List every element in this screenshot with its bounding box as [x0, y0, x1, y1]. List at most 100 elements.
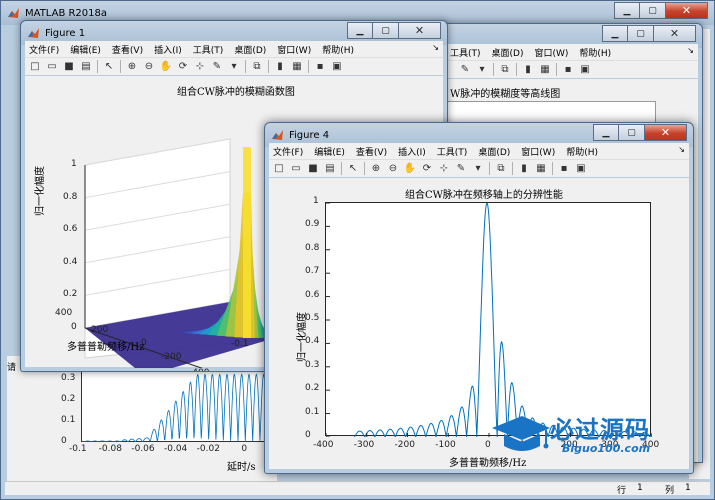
figure4-maximize-button[interactable]: ▢ [619, 124, 645, 141]
colorbar-icon[interactable]: ▮ [521, 63, 535, 77]
figure4-y-tick-label: 0.8 [305, 242, 320, 253]
bg-y-tick-label: 0 [61, 436, 67, 446]
figure4-line-plot [326, 203, 652, 437]
figure1-y-tick-label: 200 [91, 325, 109, 335]
link-plot-icon[interactable]: ⧉ [250, 60, 264, 74]
hide-tools-icon[interactable]: ▪ [561, 63, 575, 77]
dropdown-arrow-icon[interactable]: ▾ [475, 63, 489, 77]
figure1-menu-edit[interactable]: 编辑(E) [70, 43, 101, 56]
new-file-icon[interactable]: □ [272, 162, 286, 176]
figure1-close-button[interactable]: ✕ [399, 22, 441, 39]
figure1-maximize-button[interactable]: ▢ [373, 22, 399, 39]
figure1-minimize-button[interactable]: ▁ [347, 22, 373, 39]
show-tools-icon[interactable]: ▣ [574, 162, 588, 176]
colorbar-icon[interactable]: ▮ [273, 60, 287, 74]
figure1-menu-dock-icon[interactable]: ↘ [432, 43, 439, 52]
rotate-3d-icon[interactable]: ⟳ [176, 60, 190, 74]
figure1-menubar: 文件(F) 编辑(E) 查看(V) 插入(I) 工具(T) 桌面(D) 窗口(W… [25, 41, 443, 57]
show-tools-icon[interactable]: ▣ [330, 60, 344, 74]
figure1-y-tick-label: -400 [189, 368, 209, 371]
brush-icon[interactable]: ✎ [458, 63, 472, 77]
pointer-icon[interactable]: ↖ [102, 60, 116, 74]
brush-icon[interactable]: ✎ [210, 60, 224, 74]
figure4-minimize-button[interactable]: ▁ [593, 124, 619, 141]
print-icon[interactable]: ▤ [79, 60, 93, 74]
figure1-menu-tools[interactable]: 工具(T) [193, 43, 224, 56]
status-col-value: 1 [685, 483, 691, 493]
figure1-menu-insert[interactable]: 插入(I) [154, 43, 182, 56]
figure2-menu-help[interactable]: 帮助(H) [579, 46, 611, 59]
status-row-label: 行 [617, 486, 627, 496]
toolbar-separator [489, 162, 490, 175]
pointer-icon[interactable]: ↖ [346, 162, 360, 176]
main-minimize-button[interactable]: ▁ [614, 2, 640, 19]
figure1-menu-desktop[interactable]: 桌面(D) [234, 43, 266, 56]
legend-icon[interactable]: ▦ [290, 60, 304, 74]
site-watermark: 必过源码 Biguo100.com [490, 408, 700, 462]
watermark-text: 必过源码 [550, 416, 650, 444]
figure2-minimize-button[interactable]: ▁ [602, 25, 628, 42]
figure4-menu-tools[interactable]: 工具(T) [437, 145, 468, 158]
zoom-out-icon[interactable]: ⊖ [142, 60, 156, 74]
figure2-close-button[interactable]: ✕ [654, 25, 696, 42]
figure1-z-tick-label: 0.8 [63, 191, 78, 202]
figure2-menu-tools[interactable]: 工具(T) [450, 46, 481, 59]
zoom-in-icon[interactable]: ⊕ [369, 162, 383, 176]
figure4-menu-help[interactable]: 帮助(H) [566, 145, 598, 158]
figure1-menu-help[interactable]: 帮助(H) [322, 43, 354, 56]
figure1-y-tick-label: 400 [55, 308, 73, 318]
figure4-menu-dock-icon[interactable]: ↘ [678, 145, 685, 154]
dropdown-arrow-icon[interactable]: ▾ [227, 60, 241, 74]
colorbar-icon[interactable]: ▮ [517, 162, 531, 176]
figure2-menu-window[interactable]: 窗口(W) [534, 46, 568, 59]
matlab-figure-icon [28, 27, 39, 38]
new-file-icon[interactable]: □ [28, 60, 42, 74]
figure4-menu-insert[interactable]: 插入(I) [398, 145, 426, 158]
save-icon[interactable]: ■ [62, 60, 76, 74]
hide-tools-icon[interactable]: ▪ [557, 162, 571, 176]
figure4-menu-edit[interactable]: 编辑(E) [314, 145, 345, 158]
figure4-menu-file[interactable]: 文件(F) [273, 145, 303, 158]
show-tools-icon[interactable]: ▣ [578, 63, 592, 77]
figure2-toolbar: ✎ ▾ ⧉ ▮ ▦ ▪ ▣ [446, 60, 698, 78]
figure4-close-button[interactable]: ✕ [645, 124, 687, 141]
bg-x-tick-label: 0 [241, 444, 248, 454]
figure1-toolbar: □ ▭ ■ ▤ ↖ ⊕ ⊖ ✋ ⟳ ⊹ ✎ ▾ ⧉ ▮ ▦ ▪ ▣ [25, 57, 443, 75]
save-icon[interactable]: ■ [306, 162, 320, 176]
data-cursor-icon[interactable]: ⊹ [437, 162, 451, 176]
figure4-menubar: 文件(F) 编辑(E) 查看(V) 插入(I) 工具(T) 桌面(D) 窗口(W… [269, 143, 689, 159]
figure2-maximize-button[interactable]: ▢ [628, 25, 654, 42]
figure4-x-tick-label: -400 [313, 440, 334, 450]
brush-icon[interactable]: ✎ [454, 162, 468, 176]
figure4-menu-view[interactable]: 查看(V) [356, 145, 387, 158]
rotate-3d-icon[interactable]: ⟳ [420, 162, 434, 176]
main-maximize-button[interactable]: ▢ [640, 2, 666, 19]
figure2-menu-dock-icon[interactable]: ↘ [687, 46, 694, 55]
link-plot-icon[interactable]: ⧉ [494, 162, 508, 176]
figure1-menu-file[interactable]: 文件(F) [29, 43, 59, 56]
print-icon[interactable]: ▤ [323, 162, 337, 176]
dropdown-arrow-icon[interactable]: ▾ [471, 162, 485, 176]
legend-icon[interactable]: ▦ [538, 63, 552, 77]
figure4-title: Figure 4 [289, 129, 330, 141]
figure1-back-wall [84, 138, 231, 329]
legend-icon[interactable]: ▦ [534, 162, 548, 176]
zoom-out-icon[interactable]: ⊖ [386, 162, 400, 176]
link-plot-icon[interactable]: ⧉ [498, 63, 512, 77]
toolbar-separator [516, 63, 517, 76]
main-close-button[interactable]: ✕ [666, 2, 708, 19]
pan-hand-icon[interactable]: ✋ [159, 60, 173, 74]
figure2-menu-desktop[interactable]: 桌面(D) [492, 46, 524, 59]
figure1-menu-view[interactable]: 查看(V) [112, 43, 143, 56]
zoom-in-icon[interactable]: ⊕ [125, 60, 139, 74]
hide-tools-icon[interactable]: ▪ [313, 60, 327, 74]
main-title-bar: MATLAB R2018a [7, 5, 107, 21]
figure4-menu-desktop[interactable]: 桌面(D) [478, 145, 510, 158]
open-folder-icon[interactable]: ▭ [289, 162, 303, 176]
figure4-menu-window[interactable]: 窗口(W) [521, 145, 555, 158]
pan-hand-icon[interactable]: ✋ [403, 162, 417, 176]
status-row-value: 1 [637, 483, 643, 493]
data-cursor-icon[interactable]: ⊹ [193, 60, 207, 74]
figure1-menu-window[interactable]: 窗口(W) [277, 43, 311, 56]
open-folder-icon[interactable]: ▭ [45, 60, 59, 74]
